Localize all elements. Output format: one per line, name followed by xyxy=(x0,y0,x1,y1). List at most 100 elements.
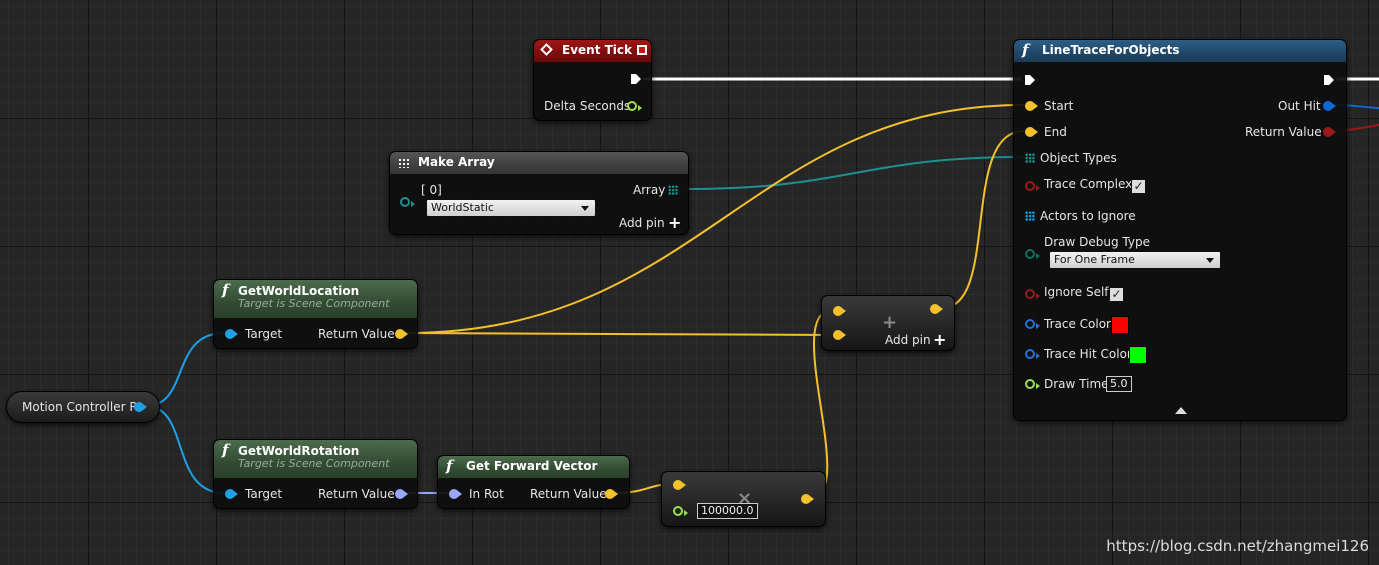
draw-time-pin[interactable] xyxy=(1025,379,1040,389)
get-world-location-header[interactable]: f GetWorldLocation Target is Scene Compo… xyxy=(214,280,417,318)
add-pin-label[interactable]: Add pin xyxy=(885,333,931,347)
trace-complex-label: Trace Complex xyxy=(1044,177,1133,191)
return-value-label: Return Value xyxy=(318,327,395,341)
delta-seconds-label: Delta Seconds xyxy=(544,99,631,113)
ignore-self-label: Ignore Self xyxy=(1044,285,1109,299)
get-world-location-node[interactable]: f GetWorldLocation Target is Scene Compo… xyxy=(213,279,418,349)
add-pin-label[interactable]: Add pin xyxy=(619,216,665,230)
exec-out-pin[interactable] xyxy=(1323,74,1335,86)
in-rot-label: In Rot xyxy=(469,487,504,501)
line-trace-node[interactable]: f LineTraceForObjects Start Out Hit End … xyxy=(1013,39,1347,421)
actors-to-ignore-pin[interactable] xyxy=(1025,211,1035,221)
return-value-pin[interactable] xyxy=(395,489,408,499)
end-label: End xyxy=(1044,125,1067,139)
return-value-label: Return Value xyxy=(530,487,607,501)
trace-color-pin[interactable] xyxy=(1025,319,1040,329)
draw-debug-type-pin[interactable] xyxy=(1025,249,1040,259)
draw-time-label: Draw Time xyxy=(1044,377,1109,391)
location-to-add-wire xyxy=(405,332,834,336)
get-forward-vector-title: Get Forward Vector xyxy=(466,459,598,473)
add-input-a-pin[interactable] xyxy=(833,306,846,316)
watermark: https://blog.csdn.net/zhangmei126 xyxy=(1106,537,1369,555)
get-world-rotation-node[interactable]: f GetWorldRotation Target is Scene Compo… xyxy=(213,439,418,509)
ignore-self-checkbox[interactable]: ✓ xyxy=(1109,287,1124,302)
start-label: Start xyxy=(1044,99,1074,113)
get-forward-vector-node[interactable]: f Get Forward Vector In Rot Return Value xyxy=(437,455,630,509)
add-pin-plus-icon[interactable]: + xyxy=(933,332,946,348)
get-forward-vector-header[interactable]: f Get Forward Vector xyxy=(438,456,629,478)
function-icon: f xyxy=(222,441,229,459)
draw-debug-type-dropdown[interactable]: For One Frame xyxy=(1049,251,1221,269)
event-tick-node[interactable]: Event Tick Delta Seconds xyxy=(533,39,652,121)
exec-in-pin[interactable] xyxy=(1024,74,1036,86)
array-output-pin[interactable] xyxy=(668,185,678,195)
trace-hit-color-pin[interactable] xyxy=(1025,349,1040,359)
trace-complex-pin[interactable] xyxy=(1025,181,1040,191)
target-pin[interactable] xyxy=(225,489,238,499)
return-value-pin[interactable] xyxy=(605,489,618,499)
target-pin[interactable] xyxy=(225,329,238,339)
collapse-arrow-icon[interactable] xyxy=(1175,407,1187,414)
multiply-input-float-pin[interactable] xyxy=(673,506,688,516)
array-output-label: Array xyxy=(633,183,666,197)
delegate-square-icon[interactable] xyxy=(637,45,647,55)
array-index-label: [ 0] xyxy=(421,183,442,197)
out-hit-label: Out Hit xyxy=(1278,99,1321,113)
multiply-node[interactable]: × 100000.0 xyxy=(661,471,826,527)
return-value-label: Return Value xyxy=(318,487,395,501)
trace-color-swatch[interactable] xyxy=(1111,316,1129,334)
target-label: Target xyxy=(245,487,283,501)
in-rot-pin[interactable] xyxy=(449,489,462,499)
add-output-pin[interactable] xyxy=(930,304,943,314)
get-world-rotation-header[interactable]: f GetWorldRotation Target is Scene Compo… xyxy=(214,440,417,478)
trace-hit-color-label: Trace Hit Color xyxy=(1044,347,1132,361)
return-value-label: Return Value xyxy=(1245,125,1322,139)
chevron-down-icon xyxy=(581,206,589,211)
make-array-node[interactable]: Make Array [ 0] WorldStatic Array Add pi… xyxy=(389,151,689,235)
line-trace-header[interactable]: f LineTraceForObjects xyxy=(1014,40,1346,62)
multiply-output-pin[interactable] xyxy=(801,494,814,504)
event-tick-header[interactable]: Event Tick xyxy=(534,40,651,62)
end-pin[interactable] xyxy=(1025,127,1038,137)
delta-seconds-pin[interactable] xyxy=(627,101,642,111)
motion-controller-label: Motion Controller R xyxy=(22,400,138,414)
add-node[interactable]: + Add pin + xyxy=(821,295,955,351)
array-element-pin[interactable] xyxy=(400,197,415,207)
array-grid-icon xyxy=(398,158,410,168)
trace-complex-checkbox[interactable]: ✓ xyxy=(1131,179,1146,194)
trace-hit-color-swatch[interactable] xyxy=(1129,346,1147,364)
chevron-down-icon xyxy=(1206,258,1214,263)
motion-controller-pin[interactable] xyxy=(134,402,147,412)
trace-color-label: Trace Color xyxy=(1044,317,1111,331)
return-value-pin[interactable] xyxy=(395,329,408,339)
array-wire xyxy=(685,156,1025,190)
return-value-pin[interactable] xyxy=(1323,127,1336,137)
line-trace-title: LineTraceForObjects xyxy=(1042,43,1180,57)
multiply-input-vector-pin[interactable] xyxy=(673,480,686,490)
add-input-b-pin[interactable] xyxy=(833,330,846,340)
object-types-label: Object Types xyxy=(1040,151,1117,165)
exec-out-pin[interactable] xyxy=(630,73,642,85)
get-world-rotation-subtitle: Target is Scene Component xyxy=(238,457,390,470)
event-diamond-icon xyxy=(540,43,553,56)
out-hit-pin[interactable] xyxy=(1323,101,1336,111)
function-icon: f xyxy=(1022,41,1029,59)
object-type-dropdown[interactable]: WorldStatic xyxy=(426,199,596,217)
function-icon: f xyxy=(222,281,229,299)
ignore-self-pin[interactable] xyxy=(1025,289,1040,299)
multiply-float-input[interactable]: 100000.0 xyxy=(697,503,758,519)
draw-time-input[interactable]: 5.0 xyxy=(1106,376,1132,392)
object-types-pin[interactable] xyxy=(1025,153,1035,163)
add-operator-icon: + xyxy=(882,312,898,333)
make-array-header[interactable]: Make Array xyxy=(390,152,688,174)
make-array-title: Make Array xyxy=(418,155,495,169)
start-pin[interactable] xyxy=(1025,101,1038,111)
motion-controller-node[interactable]: Motion Controller R xyxy=(6,391,160,423)
draw-debug-type-value: For One Frame xyxy=(1054,253,1135,266)
draw-debug-type-label: Draw Debug Type xyxy=(1044,235,1150,249)
object-type-value: WorldStatic xyxy=(431,201,494,214)
target-label: Target xyxy=(245,327,283,341)
event-tick-title: Event Tick xyxy=(562,43,633,57)
add-pin-plus-icon[interactable]: + xyxy=(668,215,681,231)
get-world-location-subtitle: Target is Scene Component xyxy=(238,297,390,310)
